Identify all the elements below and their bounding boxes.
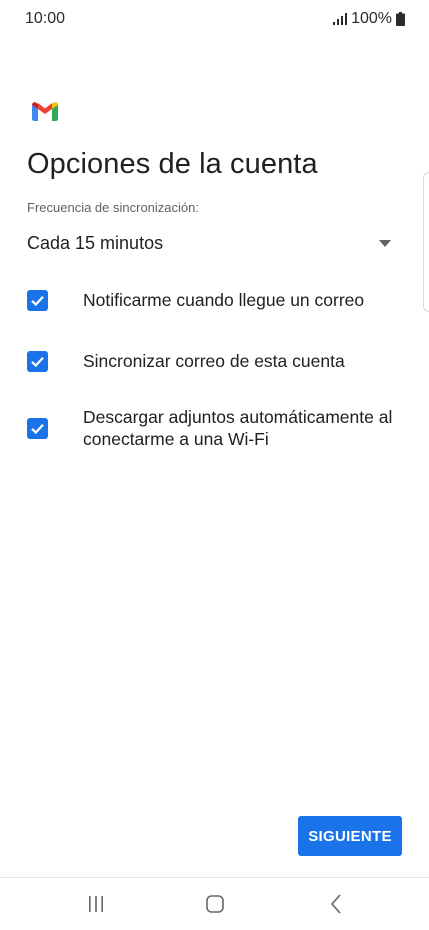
back-button[interactable]: [316, 890, 356, 918]
status-time: 10:00: [25, 10, 66, 27]
status-bar: 10:00 100%: [0, 0, 429, 40]
gmail-icon: [32, 102, 58, 121]
check-icon: [31, 423, 44, 434]
screen: 10:00 100% Opciones de la cuenta Frecuen…: [0, 0, 429, 930]
home-icon: [206, 895, 224, 913]
recent-apps-icon: [89, 896, 103, 912]
download-attachments-label: Descargar adjuntos automáticamente al co…: [83, 407, 393, 449]
sync-frequency-value: Cada 15 minutos: [27, 232, 164, 253]
notify-checkbox[interactable]: [27, 289, 48, 311]
sync-checkbox[interactable]: [27, 350, 48, 372]
sync-frequency-dropdown[interactable]: Cada 15 minutos: [27, 226, 397, 260]
battery-level: 100%: [351, 10, 392, 27]
notify-label: Notificarme cuando llegue un correo: [83, 290, 365, 310]
option-notify[interactable]: Notificarme cuando llegue un correo: [27, 289, 407, 311]
navigation-bar: [0, 878, 429, 930]
battery-icon: [396, 12, 405, 26]
page-title: Opciones de la cuenta: [27, 148, 318, 180]
next-button[interactable]: SIGUIENTE: [298, 816, 402, 856]
check-icon: [31, 356, 44, 367]
status-indicators: 100%: [333, 10, 405, 28]
recent-apps-button[interactable]: [76, 890, 116, 918]
download-attachments-checkbox[interactable]: [27, 417, 48, 439]
sync-frequency-label: Frecuencia de sincronización:: [27, 200, 199, 215]
dropdown-arrow-icon: [379, 239, 391, 247]
signal-icon: [333, 13, 348, 25]
edge-panel-handle[interactable]: [423, 172, 429, 312]
sync-label: Sincronizar correo de esta cuenta: [83, 351, 345, 371]
home-button[interactable]: [195, 890, 235, 918]
option-download-attachments[interactable]: Descargar adjuntos automáticamente al co…: [27, 406, 407, 450]
back-icon: [330, 894, 341, 914]
option-sync[interactable]: Sincronizar correo de esta cuenta: [27, 350, 407, 372]
check-icon: [31, 295, 44, 306]
